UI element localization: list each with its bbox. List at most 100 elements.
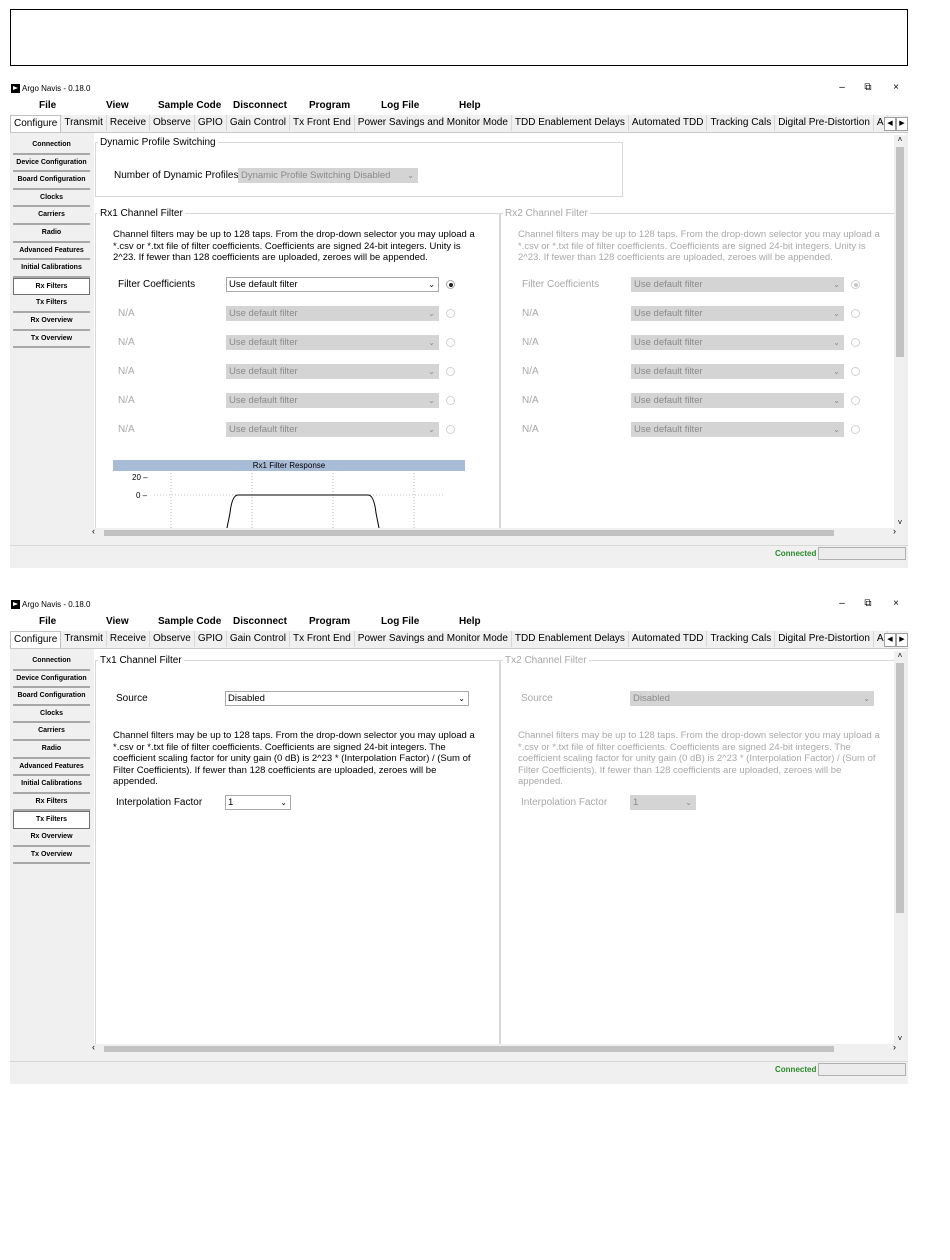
- tab-gpio[interactable]: GPIO: [195, 115, 227, 131]
- rx2-filter-select[interactable]: Use default filter ⌄: [631, 306, 844, 321]
- vertical-scroll-thumb[interactable]: [896, 147, 904, 357]
- sidebar-item-connection[interactable]: Connection: [13, 653, 90, 671]
- sidebar-item-connection[interactable]: Connection: [13, 137, 90, 155]
- tab-digital-pre-distortion[interactable]: Digital Pre-Distortion: [775, 115, 874, 131]
- vertical-scrollbar[interactable]: ˄ ˅: [894, 651, 906, 1046]
- tab-receive[interactable]: Receive: [107, 115, 151, 131]
- rx2-radio[interactable]: [851, 425, 860, 434]
- sidebar-item-device-configuration[interactable]: Device Configuration: [13, 155, 90, 173]
- sidebar-item-tx-filters[interactable]: Tx Filters: [13, 811, 90, 829]
- rx1-radio[interactable]: [446, 280, 455, 289]
- restore-button[interactable]: ⧉: [861, 598, 875, 609]
- sidebar-item-radio[interactable]: Radio: [13, 225, 90, 243]
- menu-file[interactable]: File: [39, 100, 56, 111]
- sidebar-item-advanced-features[interactable]: Advanced Features: [13, 243, 90, 261]
- tx1-source-select[interactable]: Disabled ⌄: [225, 691, 469, 706]
- tab-power-savings[interactable]: Power Savings and Monitor Mode: [355, 115, 512, 131]
- tab-gain-control[interactable]: Gain Control: [227, 631, 290, 647]
- tab-tracking-cals[interactable]: Tracking Cals: [707, 115, 776, 131]
- close-button[interactable]: ×: [889, 598, 903, 609]
- tab-left-arrow-icon[interactable]: ◀: [884, 633, 896, 647]
- menu-log-file[interactable]: Log File: [381, 100, 419, 111]
- scroll-right-icon[interactable]: ›: [893, 1042, 896, 1052]
- rx2-radio[interactable]: [851, 396, 860, 405]
- scroll-up-icon[interactable]: ˄: [894, 135, 906, 144]
- rx1-filter-select[interactable]: Use default filter ⌄: [226, 422, 439, 437]
- sidebar-item-initial-calibrations[interactable]: Initial Calibrations: [13, 260, 90, 278]
- menu-sample-code[interactable]: Sample Code: [158, 100, 221, 111]
- tab-gain-control[interactable]: Gain Control: [227, 115, 290, 131]
- rx2-radio[interactable]: [851, 367, 860, 376]
- tx2-source-select[interactable]: Disabled ⌄: [630, 691, 874, 706]
- sidebar-item-rx-overview[interactable]: Rx Overview: [13, 313, 90, 331]
- scroll-left-icon[interactable]: ‹: [92, 526, 95, 536]
- sidebar-item-tx-overview[interactable]: Tx Overview: [13, 331, 90, 349]
- tx1-interpolation-select[interactable]: 1 ⌄: [225, 795, 291, 810]
- tab-tx-front-end[interactable]: Tx Front End: [290, 115, 355, 131]
- sidebar-item-advanced-features[interactable]: Advanced Features: [13, 759, 90, 777]
- vertical-scrollbar[interactable]: ˄ ˅: [894, 135, 906, 530]
- sidebar-item-carriers[interactable]: Carriers: [13, 723, 90, 741]
- sidebar-item-clocks[interactable]: Clocks: [13, 706, 90, 724]
- sidebar-item-clocks[interactable]: Clocks: [13, 190, 90, 208]
- rx1-radio[interactable]: [446, 338, 455, 347]
- horizontal-scroll-thumb[interactable]: [104, 530, 834, 536]
- horizontal-scroll-thumb[interactable]: [104, 1046, 834, 1052]
- sidebar-item-rx-filters[interactable]: Rx Filters: [13, 277, 90, 296]
- tab-tracking-cals[interactable]: Tracking Cals: [707, 631, 776, 647]
- rx1-filter-select[interactable]: Use default filter ⌄: [226, 393, 439, 408]
- minimize-button[interactable]: –: [835, 598, 849, 609]
- rx1-radio[interactable]: [446, 396, 455, 405]
- menu-disconnect[interactable]: Disconnect: [233, 616, 287, 627]
- rx2-radio[interactable]: [851, 338, 860, 347]
- sidebar-item-tx-filters[interactable]: Tx Filters: [13, 295, 90, 313]
- tab-digital-pre-distortion[interactable]: Digital Pre-Distortion: [775, 631, 874, 647]
- sidebar-item-rx-filters[interactable]: Rx Filters: [13, 794, 90, 812]
- sidebar-item-board-configuration[interactable]: Board Configuration: [13, 172, 90, 190]
- rx1-filter-select[interactable]: Use default filter ⌄: [226, 277, 439, 292]
- menu-view[interactable]: View: [106, 616, 129, 627]
- tab-transmit[interactable]: Transmit: [61, 631, 107, 647]
- tab-observe[interactable]: Observe: [150, 631, 195, 647]
- sidebar-item-initial-calibrations[interactable]: Initial Calibrations: [13, 776, 90, 794]
- sidebar-item-radio[interactable]: Radio: [13, 741, 90, 759]
- sidebar-item-tx-overview[interactable]: Tx Overview: [13, 847, 90, 865]
- menu-sample-code[interactable]: Sample Code: [158, 616, 221, 627]
- rx1-filter-select[interactable]: Use default filter ⌄: [226, 364, 439, 379]
- menu-file[interactable]: File: [39, 616, 56, 627]
- restore-button[interactable]: ⧉: [861, 82, 875, 93]
- tab-observe[interactable]: Observe: [150, 115, 195, 131]
- menu-help[interactable]: Help: [459, 616, 481, 627]
- rx2-radio[interactable]: [851, 309, 860, 318]
- horizontal-scrollbar[interactable]: ‹ ›: [92, 526, 896, 538]
- menu-program[interactable]: Program: [309, 616, 350, 627]
- menu-view[interactable]: View: [106, 100, 129, 111]
- sidebar-item-rx-overview[interactable]: Rx Overview: [13, 829, 90, 847]
- tab-right-arrow-icon[interactable]: ▶: [896, 117, 908, 131]
- tab-configure[interactable]: Configure: [10, 631, 62, 648]
- tab-left-arrow-icon[interactable]: ◀: [884, 117, 896, 131]
- rx1-radio[interactable]: [446, 309, 455, 318]
- sidebar-item-carriers[interactable]: Carriers: [13, 207, 90, 225]
- rx2-radio[interactable]: [851, 280, 860, 289]
- scroll-up-icon[interactable]: ˄: [894, 651, 906, 660]
- tab-tx-front-end[interactable]: Tx Front End: [290, 631, 355, 647]
- menu-disconnect[interactable]: Disconnect: [233, 100, 287, 111]
- tab-transmit[interactable]: Transmit: [61, 115, 107, 131]
- tx2-interpolation-select[interactable]: 1 ⌄: [630, 795, 696, 810]
- horizontal-scrollbar[interactable]: ‹ ›: [92, 1042, 896, 1054]
- tab-right-arrow-icon[interactable]: ▶: [896, 633, 908, 647]
- scroll-right-icon[interactable]: ›: [893, 526, 896, 536]
- tab-automated-tdd[interactable]: Automated TDD: [629, 631, 708, 647]
- menu-log-file[interactable]: Log File: [381, 616, 419, 627]
- rx1-filter-select[interactable]: Use default filter ⌄: [226, 306, 439, 321]
- scroll-left-icon[interactable]: ‹: [92, 1042, 95, 1052]
- tab-power-savings[interactable]: Power Savings and Monitor Mode: [355, 631, 512, 647]
- rx1-radio[interactable]: [446, 425, 455, 434]
- tab-configure[interactable]: Configure: [10, 115, 62, 132]
- sidebar-item-device-configuration[interactable]: Device Configuration: [13, 671, 90, 689]
- rx2-filter-select[interactable]: Use default filter ⌄: [631, 335, 844, 350]
- menu-help[interactable]: Help: [459, 100, 481, 111]
- rx2-filter-select[interactable]: Use default filter ⌄: [631, 422, 844, 437]
- tab-tdd-enablement-delays[interactable]: TDD Enablement Delays: [512, 631, 629, 647]
